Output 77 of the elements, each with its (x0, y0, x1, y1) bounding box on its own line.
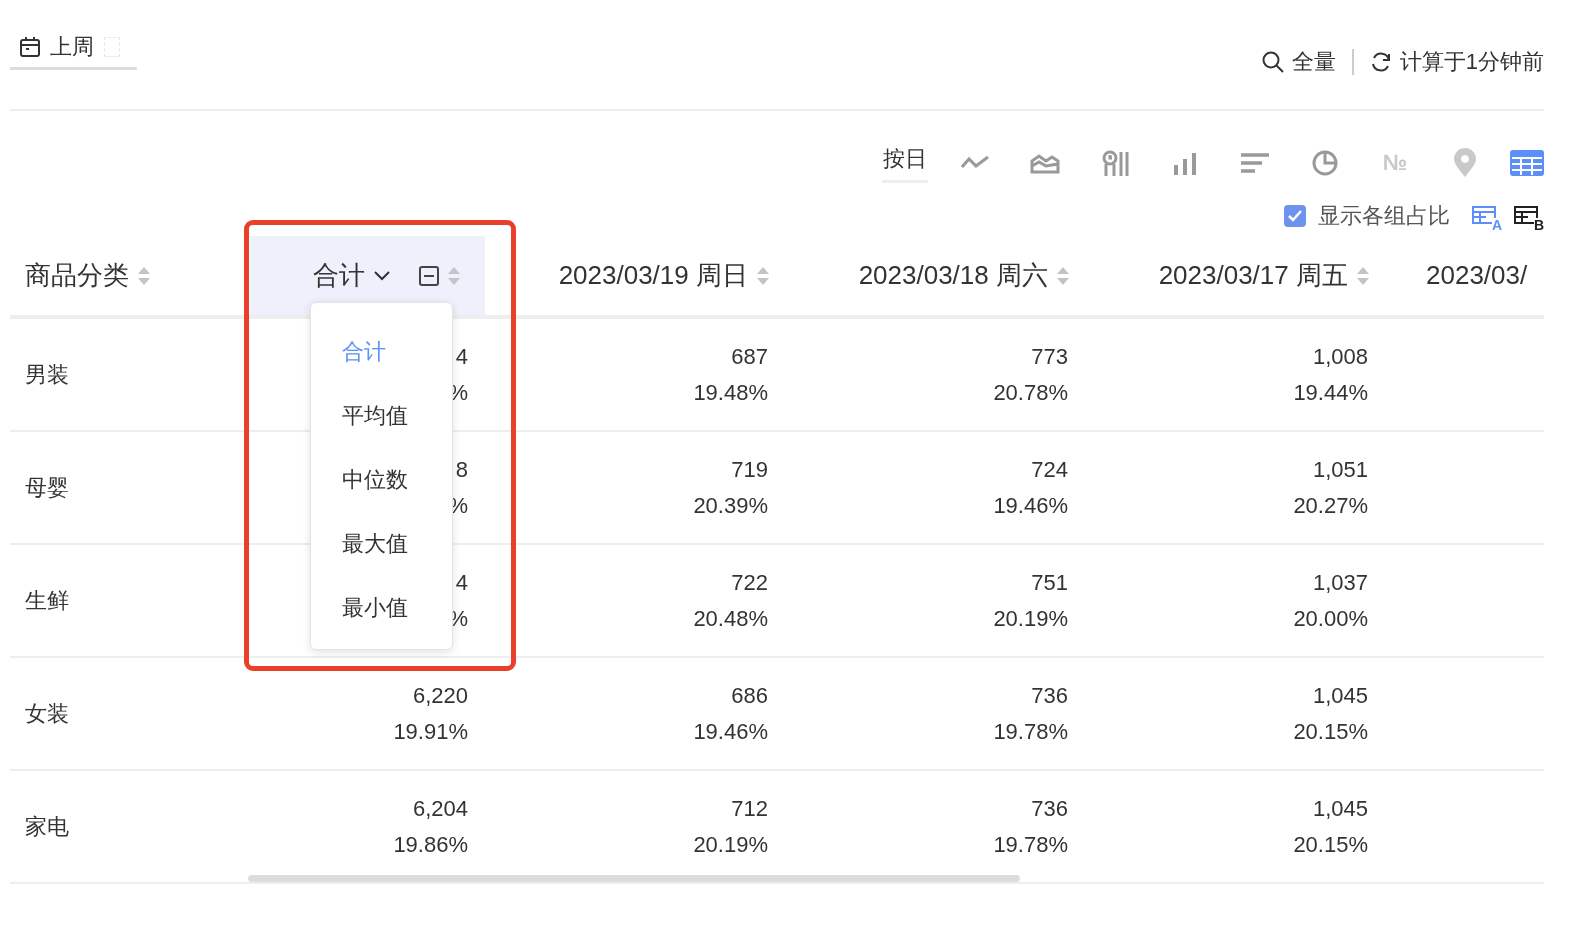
value-text: 6,204 (412, 795, 468, 822)
granularity-tab[interactable]: 按日 (882, 143, 928, 183)
column-title: 2023/03/ (1426, 260, 1528, 291)
pie-chart-icon[interactable] (1311, 149, 1339, 177)
share-text: 19.44% (1293, 379, 1368, 406)
column-header[interactable]: 2023/03/19 周日 (490, 236, 790, 315)
category-cell-text: 母婴 (24, 473, 70, 502)
value-text: 722 (731, 569, 768, 596)
refresh-label: 计算于1分钟前 (1399, 48, 1544, 76)
menu-item[interactable]: 平均值 (311, 384, 452, 448)
collapse-icon[interactable] (419, 265, 439, 286)
share-text: 19.91% (393, 718, 468, 745)
share-text: 20.00% (1293, 605, 1368, 632)
horizontal-bar-icon[interactable] (1240, 152, 1270, 174)
gauge-icon[interactable] (1101, 149, 1129, 177)
value-text: 736 (1031, 682, 1068, 709)
share-text: 19.46% (993, 492, 1068, 519)
share-text: 19.78% (993, 831, 1068, 858)
column-header[interactable]: 2023/03/17 周五 (1090, 236, 1390, 315)
scrollbar-thumb[interactable] (248, 875, 1020, 882)
share-text: 19.48% (693, 379, 768, 406)
share-text: 19.86% (393, 831, 468, 858)
share-text: 20.27% (1293, 492, 1368, 519)
calendar-icon (20, 37, 40, 57)
category-cell-text: 家电 (24, 812, 70, 841)
column-header[interactable]: 2023/03/18 周六 (790, 236, 1090, 315)
chevron-down-icon[interactable] (373, 269, 391, 282)
value-text: 1,045 (1312, 682, 1368, 709)
category-cell-text: 女装 (24, 699, 70, 728)
search-label: 全量 (1291, 48, 1336, 76)
menu-item[interactable]: 最大值 (311, 512, 452, 576)
value-text: 8 (455, 456, 468, 483)
value-text: 4 (455, 569, 468, 596)
placeholder-icon (104, 37, 120, 57)
share-text: 20.39% (693, 492, 768, 519)
value-text: 1,037 (1312, 569, 1368, 596)
share-text: 19.46% (693, 718, 768, 745)
column-title: 商品分类 (25, 259, 129, 292)
value-text: 736 (1031, 795, 1068, 822)
column-title: 合计 (313, 259, 365, 292)
column-title: 2023/03/17 周五 (1158, 259, 1348, 292)
area-chart-icon[interactable] (1030, 152, 1060, 174)
share-text: 19.78% (993, 718, 1068, 745)
value-text: 773 (1031, 343, 1068, 370)
share-text: 20.15% (1293, 831, 1368, 858)
checkbox[interactable] (1284, 205, 1306, 227)
share-text: 20.15% (1293, 718, 1368, 745)
value-text: 751 (1031, 569, 1068, 596)
refresh-icon[interactable] (1369, 51, 1392, 73)
value-text: 1,008 (1312, 343, 1368, 370)
value-text: 4 (455, 343, 468, 370)
search-icon[interactable] (1261, 51, 1284, 73)
category-cell-text: 男装 (24, 360, 70, 389)
value-text: 686 (731, 682, 768, 709)
category-cell-text: 生鲜 (24, 586, 70, 615)
value-text: 712 (731, 795, 768, 822)
value-text: 687 (731, 343, 768, 370)
column-header[interactable]: 商品分类 (10, 236, 245, 315)
checkbox-label: 显示各组占比 (1318, 202, 1450, 230)
menu-item[interactable]: 中位数 (311, 448, 452, 512)
column-title: 2023/03/18 周六 (858, 259, 1048, 292)
share-text: 20.78% (993, 379, 1068, 406)
date-range-tab[interactable]: 上周 (10, 27, 137, 70)
share-text: 20.19% (993, 605, 1068, 632)
value-text: 6,220 (412, 682, 468, 709)
value-text: 719 (731, 456, 768, 483)
value-text: 1,051 (1312, 456, 1368, 483)
bar-chart-icon[interactable] (1172, 151, 1198, 175)
column-title: 2023/03/19 周日 (558, 259, 748, 292)
value-text: 1,045 (1312, 795, 1368, 822)
table-icon[interactable] (1510, 150, 1544, 176)
column-header[interactable]: 2023/03/ (1390, 236, 1548, 315)
menu-item[interactable]: 最小值 (311, 576, 452, 640)
checkmark-icon (1288, 210, 1302, 222)
value-text: 724 (1031, 456, 1068, 483)
share-text: 20.48% (693, 605, 768, 632)
share-text: 20.19% (693, 831, 768, 858)
